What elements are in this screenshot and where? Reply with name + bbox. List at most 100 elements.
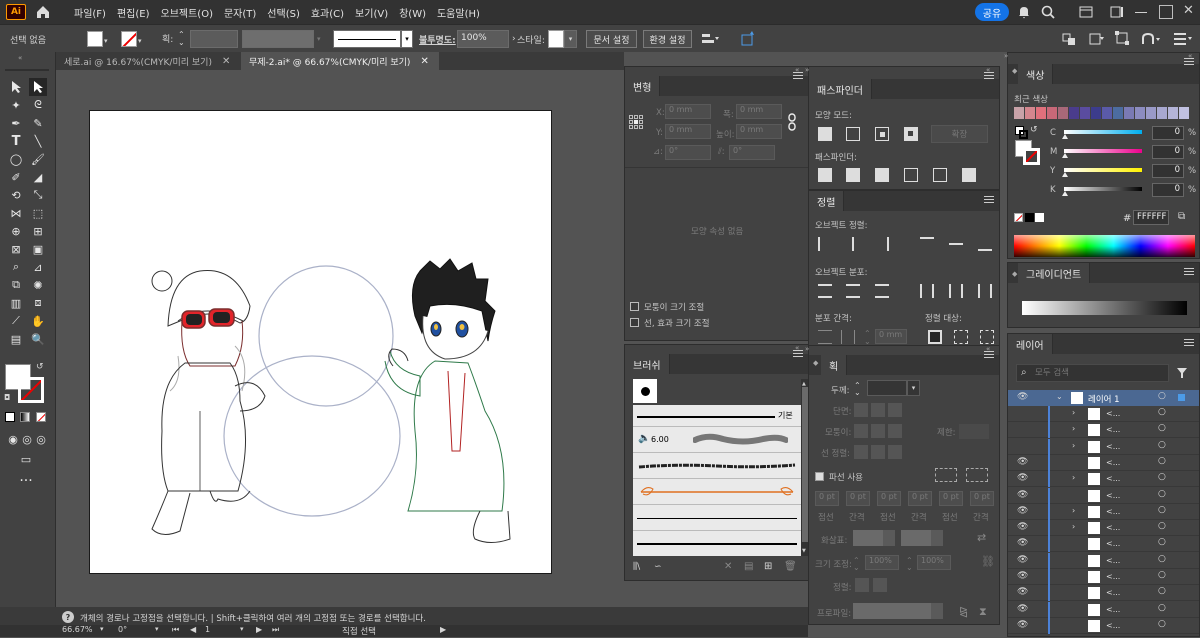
panel-menu-icon[interactable]: [1184, 267, 1194, 277]
color-spectrum[interactable]: [1014, 235, 1195, 257]
target-circle-icon[interactable]: ○: [1158, 456, 1166, 466]
first-artboard-icon[interactable]: ⏮: [172, 625, 179, 635]
opacity-field[interactable]: 100%: [457, 30, 509, 48]
sublayer-row[interactable]: 👁 <... ○: [1008, 585, 1199, 602]
recent-color-swatch[interactable]: [1014, 107, 1024, 119]
panel-toggle-chevron-icon[interactable]: ◆: [813, 359, 818, 367]
brush-item-ornament[interactable]: [633, 479, 801, 505]
brush-library-icon[interactable]: ⫼\: [633, 562, 640, 572]
horizontal-distribute-space-icon[interactable]: [841, 330, 855, 344]
scale-b-field[interactable]: 100%: [917, 555, 951, 570]
reference-point-icon[interactable]: [629, 115, 643, 129]
expand-chevron-icon[interactable]: ›: [1072, 522, 1075, 531]
arrowhead-end-field[interactable]: [901, 530, 931, 546]
scale-a-field[interactable]: 100%: [865, 555, 899, 570]
channel-value-field[interactable]: 0: [1152, 145, 1184, 159]
status-menu-arrow-icon[interactable]: ▶: [440, 625, 446, 634]
tab-align[interactable]: 정렬: [809, 191, 845, 211]
rotate-chevron-icon[interactable]: ▾: [155, 625, 159, 633]
rotate-tool-icon[interactable]: ⟲: [7, 186, 25, 204]
channel-slider[interactable]: [1064, 187, 1142, 191]
width-tool-icon[interactable]: ⋈: [7, 204, 25, 222]
recent-color-swatch[interactable]: [1135, 107, 1145, 119]
menu-help[interactable]: 도움말(H): [437, 5, 480, 20]
none-mode-icon[interactable]: [36, 412, 46, 422]
intersect-icon[interactable]: [875, 127, 889, 141]
sublayer-row[interactable]: 👁 <... ○: [1008, 617, 1199, 634]
recent-color-swatch[interactable]: [1157, 107, 1167, 119]
align-options-icon[interactable]: [700, 31, 722, 47]
artboard-tool-icon[interactable]: ⧈: [29, 294, 47, 312]
brush-definition-field[interactable]: [333, 30, 401, 48]
copy-color-icon[interactable]: ⧉: [1178, 211, 1185, 222]
recent-color-swatch[interactable]: [1146, 107, 1156, 119]
align-stroke-inside-icon[interactable]: [871, 445, 885, 459]
channel-value-field[interactable]: 0: [1152, 164, 1184, 178]
delete-brush-icon[interactable]: 🗑: [784, 561, 797, 572]
sublayer-row[interactable]: 👁 › <... ○: [1008, 503, 1199, 520]
minimize-button[interactable]: [1135, 5, 1149, 19]
recent-color-swatch[interactable]: [1179, 107, 1189, 119]
distribute-vcenter-icon[interactable]: [846, 284, 860, 298]
target-circle-icon[interactable]: ○: [1158, 603, 1166, 613]
arrowhead-start-field[interactable]: [853, 530, 883, 546]
tab-gradient[interactable]: 그레이디언트: [1018, 263, 1091, 283]
tab-sero-ai[interactable]: 세로.ai @ 16.67%(CMYK/미리 보기) ✕: [56, 52, 241, 70]
channel-slider[interactable]: [1064, 168, 1142, 172]
tab-transform[interactable]: 변형: [625, 76, 661, 96]
expand-chevron-icon[interactable]: ›: [1072, 424, 1075, 433]
visibility-eye-icon[interactable]: 👁: [1017, 620, 1028, 630]
sublayer-row[interactable]: › <... ○: [1008, 406, 1199, 422]
brush-item-basic[interactable]: 기본: [633, 405, 801, 427]
sublayer-row[interactable]: 👁 › <... ○: [1008, 520, 1199, 537]
visibility-eye-icon[interactable]: 👁: [1017, 522, 1028, 532]
recent-color-swatch[interactable]: [1047, 107, 1057, 119]
fill-dropdown-chevron-icon[interactable]: ▾: [104, 37, 108, 45]
trim-icon[interactable]: [846, 168, 860, 182]
target-circle-icon[interactable]: ○: [1158, 423, 1166, 433]
sublayer-row[interactable]: › <... ○: [1008, 422, 1199, 439]
expand-chevron-icon[interactable]: ›: [1072, 506, 1075, 515]
brush-item-thin-2[interactable]: [633, 531, 801, 556]
none-color-icon[interactable]: [1014, 213, 1023, 222]
edit-toolbar-icon[interactable]: ···: [17, 472, 35, 490]
dash-exact-icon[interactable]: [935, 468, 957, 482]
visibility-eye-icon[interactable]: 👁: [1017, 555, 1028, 565]
visibility-eye-icon[interactable]: 👁: [1017, 392, 1028, 402]
menu-effect[interactable]: 효과(C): [311, 5, 344, 20]
minus-front-icon[interactable]: [846, 127, 860, 141]
search-icon[interactable]: [1040, 4, 1056, 20]
expand-panel-icon[interactable]: »: [805, 66, 809, 74]
brush-libraries-menu-icon[interactable]: ∽: [654, 562, 662, 572]
visibility-eye-icon[interactable]: 👁: [1017, 587, 1028, 597]
align-left-icon[interactable]: [818, 237, 832, 251]
artboard[interactable]: [89, 110, 552, 574]
eraser-tool-icon[interactable]: ◢: [29, 168, 47, 186]
link-arrow-scale-icon[interactable]: ⛓: [981, 555, 995, 568]
close-tab-icon[interactable]: ✕: [420, 56, 428, 67]
expand-chevron-icon[interactable]: ›: [1072, 408, 1075, 417]
symbol-sprayer-tool-icon[interactable]: ✺: [29, 276, 47, 294]
close-tab-icon[interactable]: ✕: [222, 56, 230, 67]
expand-button[interactable]: 확장: [931, 125, 988, 143]
dash-value-field[interactable]: 0 pt: [846, 491, 870, 506]
zoom-tool-icon[interactable]: 🔍: [29, 330, 47, 348]
artboard-number[interactable]: 1: [205, 625, 210, 634]
slice-tool-icon[interactable]: ⟋: [7, 312, 25, 330]
close-window-icon[interactable]: ✕: [1183, 3, 1194, 18]
collapse-toolbar-icon[interactable]: «: [18, 54, 22, 62]
draw-inside-icon[interactable]: ◎: [32, 430, 50, 448]
arrange-documents-icon[interactable]: [1078, 4, 1094, 20]
prev-artboard-icon[interactable]: ◀: [190, 625, 196, 634]
align-stroke-center-icon[interactable]: [854, 445, 868, 459]
align-to-key-object-icon[interactable]: [954, 330, 968, 344]
arrow-tip-beyond-icon[interactable]: [855, 578, 869, 592]
menu-select[interactable]: 선택(S): [267, 5, 300, 20]
channel-slider-thumb[interactable]: [1062, 172, 1068, 177]
butt-cap-icon[interactable]: [854, 403, 868, 417]
next-artboard-icon[interactable]: ▶: [256, 625, 262, 634]
artboard-chevron-icon[interactable]: ▾: [240, 625, 244, 633]
channel-slider[interactable]: [1064, 149, 1142, 153]
opacity-label[interactable]: 불투명도:: [419, 33, 456, 46]
visibility-eye-icon[interactable]: 👁: [1017, 571, 1028, 581]
